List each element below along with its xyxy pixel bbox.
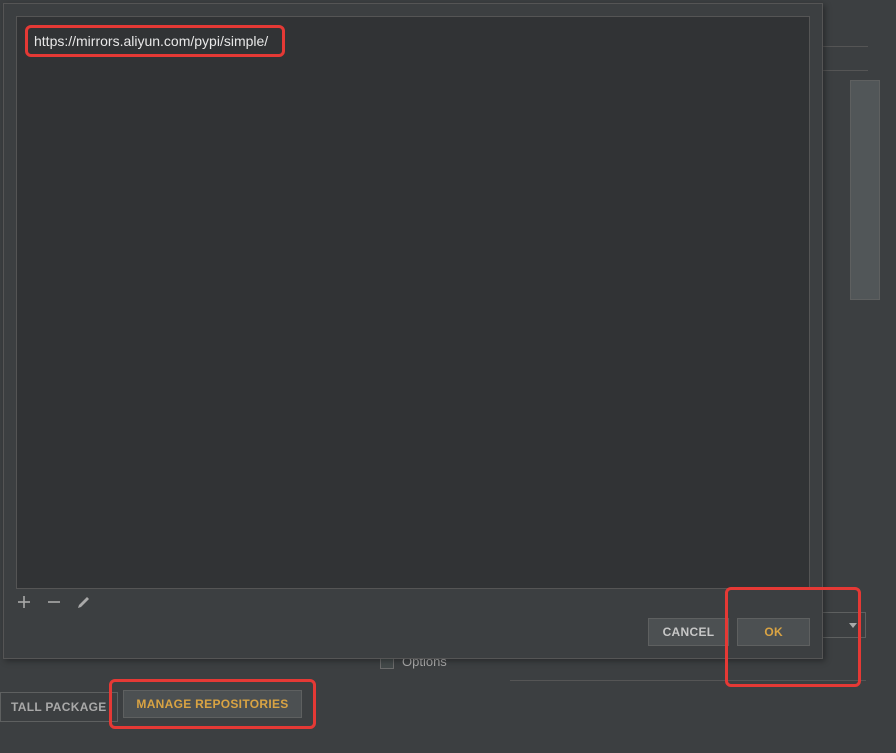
manage-repositories-button[interactable]: MANAGE REPOSITORIES bbox=[123, 690, 301, 718]
remove-icon[interactable] bbox=[46, 594, 62, 610]
dialog-button-row: CANCEL OK bbox=[648, 618, 810, 646]
add-icon[interactable] bbox=[16, 594, 32, 610]
edit-icon[interactable] bbox=[76, 594, 92, 610]
list-toolbar bbox=[16, 594, 92, 610]
repositories-dialog: https://mirrors.aliyun.com/pypi/simple/ … bbox=[3, 3, 823, 659]
ok-button[interactable]: OK bbox=[737, 618, 810, 646]
chevron-down-icon bbox=[849, 623, 857, 628]
highlight-manage-repos: MANAGE REPOSITORIES bbox=[109, 679, 316, 729]
cancel-button[interactable]: CANCEL bbox=[648, 618, 730, 646]
side-toggle-panel bbox=[850, 80, 880, 300]
highlight-repo-url: https://mirrors.aliyun.com/pypi/simple/ bbox=[25, 25, 285, 57]
install-package-button[interactable]: TALL PACKAGE bbox=[0, 692, 118, 722]
repository-list[interactable]: https://mirrors.aliyun.com/pypi/simple/ bbox=[16, 16, 810, 589]
divider bbox=[510, 680, 866, 681]
repository-url[interactable]: https://mirrors.aliyun.com/pypi/simple/ bbox=[34, 33, 268, 49]
